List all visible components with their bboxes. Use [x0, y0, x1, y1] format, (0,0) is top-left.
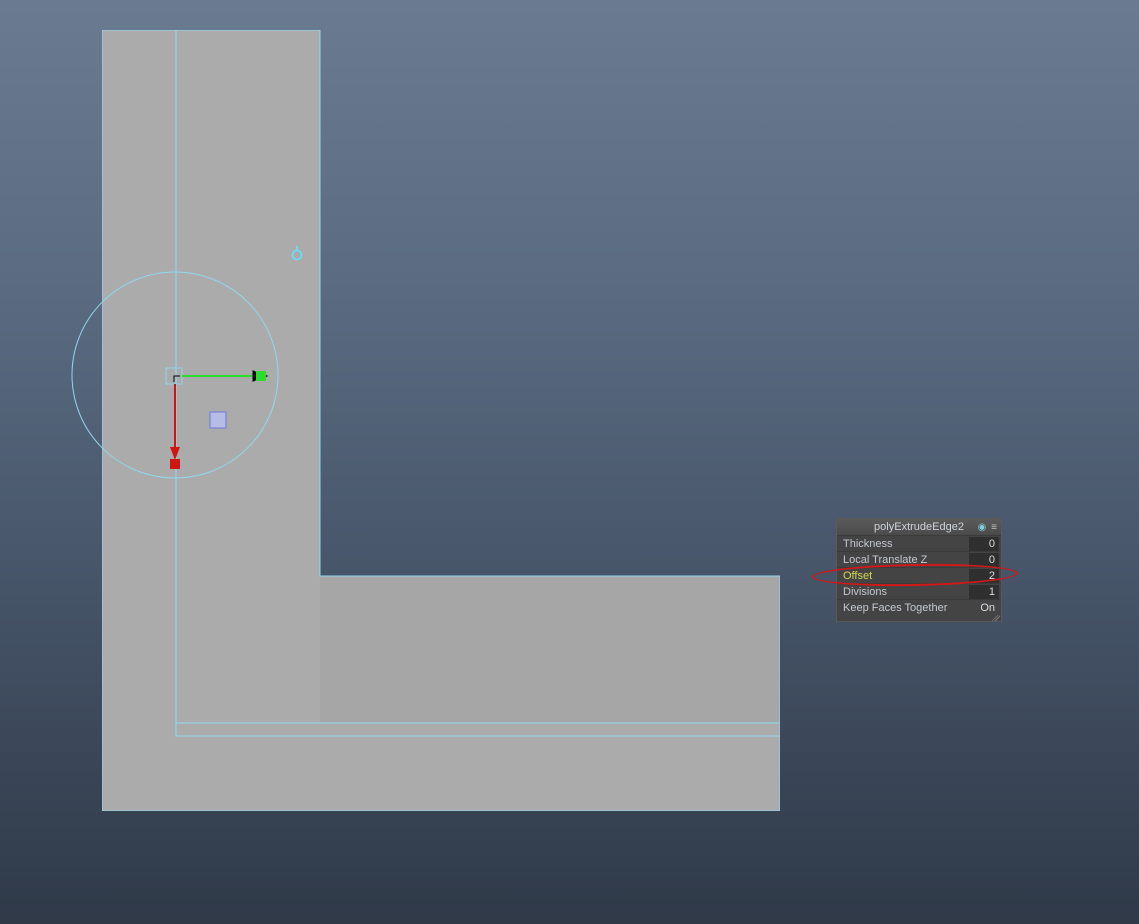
value-offset[interactable]: 2	[969, 569, 999, 583]
row-offset[interactable]: Offset 2	[837, 567, 1001, 583]
row-local-translate-z[interactable]: Local Translate Z 0	[837, 551, 1001, 567]
row-keep-faces-together[interactable]: Keep Faces Together On	[837, 599, 1001, 615]
value-thickness[interactable]: 0	[969, 537, 999, 551]
panel-menu-icon[interactable]: ≡	[989, 522, 999, 533]
value-local-translate-z[interactable]: 0	[969, 553, 999, 567]
value-divisions[interactable]: 1	[969, 585, 999, 599]
panel-title: polyExtrudeEdge2	[843, 521, 975, 533]
panel-resize-grip[interactable]	[837, 615, 1001, 621]
viewport-3d[interactable]: polyExtrudeEdge2 ◉ ≡ Thickness 0 Local T…	[0, 0, 1139, 924]
rotate-handle-icon[interactable]	[290, 246, 304, 260]
resize-grip-icon[interactable]	[992, 615, 1000, 621]
row-thickness[interactable]: Thickness 0	[837, 535, 1001, 551]
label-local-translate-z: Local Translate Z	[843, 552, 969, 568]
panel-header[interactable]: polyExtrudeEdge2 ◉ ≡	[837, 519, 1001, 535]
label-divisions: Divisions	[843, 584, 969, 600]
poly-lshape[interactable]	[102, 30, 780, 811]
node-attribute-panel[interactable]: polyExtrudeEdge2 ◉ ≡ Thickness 0 Local T…	[836, 518, 1002, 622]
label-thickness: Thickness	[843, 536, 969, 552]
row-divisions[interactable]: Divisions 1	[837, 583, 1001, 599]
value-keep-faces-together[interactable]: On	[969, 601, 999, 615]
label-keep-faces-together: Keep Faces Together	[843, 600, 969, 616]
label-offset: Offset	[843, 568, 969, 584]
panel-sphere-icon[interactable]: ◉	[975, 522, 989, 533]
